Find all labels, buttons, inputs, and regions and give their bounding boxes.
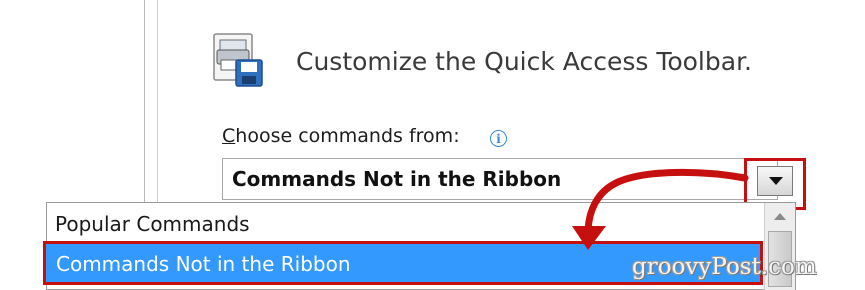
scroll-up-icon[interactable] bbox=[774, 213, 786, 220]
choose-commands-label: Choose commands from: bbox=[222, 125, 460, 147]
page-title: Customize the Quick Access Toolbar. bbox=[296, 47, 752, 76]
qat-printer-disk-icon bbox=[213, 33, 263, 87]
commands-source-select[interactable]: Commands Not in the Ribbon bbox=[222, 158, 778, 200]
select-current-value: Commands Not in the Ribbon bbox=[232, 167, 562, 191]
pane-divider bbox=[144, 0, 145, 205]
list-item-popular-commands[interactable]: Popular Commands bbox=[55, 212, 250, 236]
choose-commands-label-text: hoose commands from: bbox=[235, 125, 460, 147]
info-icon[interactable]: i bbox=[490, 130, 507, 147]
pane-divider-inner bbox=[157, 0, 158, 205]
watermark-groovypost: groovyPost.com bbox=[632, 254, 817, 280]
choose-commands-accesskey: C bbox=[222, 125, 236, 147]
list-item-commands-not-in-ribbon[interactable]: Commands Not in the Ribbon bbox=[56, 252, 351, 276]
